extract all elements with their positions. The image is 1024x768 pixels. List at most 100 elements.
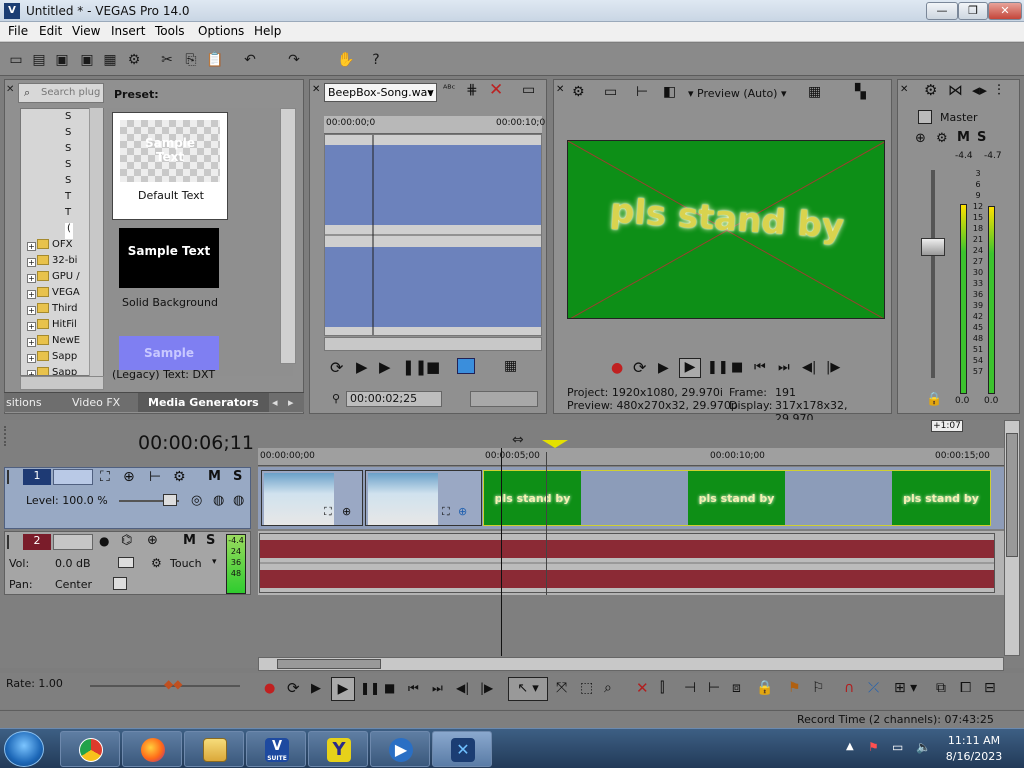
compositing-mode-icon[interactable]: ⊢ bbox=[149, 469, 161, 485]
lock-envelopes-icon[interactable]: ⧠ bbox=[960, 680, 971, 696]
mixer-icon[interactable]: ⫶ bbox=[997, 81, 1001, 99]
taskbar-vegas-suite[interactable]: V SUITE bbox=[246, 731, 306, 767]
rate-slider[interactable]: ◆◆ bbox=[164, 677, 188, 693]
preview-settings-gear-icon[interactable]: ⚙ bbox=[572, 84, 585, 100]
mute-button[interactable]: M bbox=[208, 469, 221, 484]
hscroll-thumb[interactable] bbox=[277, 659, 381, 669]
zoom-tool-icon[interactable]: ⌕ bbox=[604, 680, 612, 696]
menu-tools[interactable]: Tools bbox=[155, 24, 185, 38]
tree-item[interactable]: S bbox=[65, 175, 71, 191]
play-button[interactable]: ▶ bbox=[331, 677, 355, 701]
track-fx-icon[interactable]: ⊕ bbox=[123, 469, 135, 485]
stop-icon[interactable]: ■ bbox=[384, 681, 395, 695]
spellcheck-icon[interactable]: ᴬᴮᶜ bbox=[443, 84, 455, 95]
preset-third[interactable]: Sample bbox=[112, 336, 228, 370]
track-collapse-icon[interactable] bbox=[7, 535, 15, 549]
next-frame-icon[interactable]: |▶ bbox=[480, 681, 493, 695]
pause-icon[interactable]: ❚❚ bbox=[360, 681, 380, 695]
previous-frame-icon[interactable]: ◀| bbox=[802, 360, 816, 375]
go-to-end-icon[interactable]: ⏭ bbox=[778, 360, 790, 375]
show-hidden-icons[interactable]: ▲ bbox=[846, 741, 854, 752]
master-settings-icon[interactable]: ⚙ bbox=[936, 131, 948, 146]
crop-icon[interactable]: ⛶ bbox=[442, 505, 450, 519]
track-name-field[interactable] bbox=[53, 534, 93, 550]
trimmer-scrollbar[interactable] bbox=[324, 337, 542, 351]
tree-folder[interactable]: + Sapp bbox=[25, 351, 77, 367]
timeline-ruler[interactable]: 00:00:00;00 00:00:05;00 00:00:10;00 00:0… bbox=[258, 448, 1004, 466]
previous-frame-icon[interactable]: ◀| bbox=[456, 681, 469, 695]
taskbar-file-explorer[interactable] bbox=[184, 731, 244, 767]
play-icon[interactable]: ▶ bbox=[379, 358, 391, 376]
render-icon[interactable]: ▦ bbox=[100, 50, 120, 70]
menu-edit[interactable]: Edit bbox=[39, 24, 62, 38]
taskbar-chrome[interactable] bbox=[60, 731, 120, 767]
tree-item[interactable]: S bbox=[65, 127, 71, 143]
network-icon[interactable]: ▭ bbox=[892, 740, 903, 754]
stop-icon[interactable]: ■ bbox=[426, 358, 440, 376]
play-from-start-icon[interactable]: ▶ bbox=[658, 360, 669, 376]
expand-icon[interactable]: + bbox=[27, 258, 36, 267]
pause-icon[interactable]: ❚❚ bbox=[707, 360, 729, 375]
help-icon[interactable]: ? bbox=[366, 50, 386, 70]
invert-phase-icon[interactable]: ⌬ bbox=[121, 533, 132, 548]
trim-start-icon[interactable]: ⊣ bbox=[684, 680, 696, 696]
tree-folder[interactable]: + GPU / bbox=[25, 271, 80, 287]
tree-folder[interactable]: +32-bi bbox=[25, 255, 77, 271]
cut-icon[interactable]: ✂ bbox=[157, 50, 177, 70]
tree-item[interactable]: S bbox=[65, 111, 71, 127]
master-checkbox[interactable] bbox=[918, 110, 932, 124]
event-fx-icon[interactable]: ⊕ bbox=[342, 505, 351, 518]
close-panel-icon[interactable]: ✕ bbox=[900, 84, 908, 95]
tab-transitions[interactable]: sitions bbox=[6, 396, 42, 409]
save-as-icon[interactable]: ▣ bbox=[77, 50, 97, 70]
track-name-field[interactable] bbox=[53, 469, 93, 485]
menu-help[interactable]: Help bbox=[254, 24, 281, 38]
marker-icon[interactable]: ⚑ bbox=[788, 680, 801, 696]
menu-options[interactable]: Options bbox=[198, 24, 244, 38]
arm-record-icon[interactable]: ● bbox=[99, 534, 109, 548]
expand-icon[interactable]: + bbox=[27, 322, 36, 331]
menu-file[interactable]: File bbox=[8, 24, 28, 38]
tree-folder[interactable]: + NewE bbox=[25, 335, 80, 351]
new-project-icon[interactable]: ▭ bbox=[6, 50, 26, 70]
lock-icon[interactable]: 🔒 bbox=[926, 392, 942, 407]
stop-icon[interactable]: ■ bbox=[731, 360, 743, 375]
automation-mode[interactable]: Touch bbox=[170, 557, 202, 570]
maximize-button[interactable]: ❐ bbox=[958, 2, 988, 20]
mute-button[interactable]: M bbox=[957, 130, 970, 145]
taskbar-y-app[interactable]: Y bbox=[308, 731, 368, 767]
copy-snapshot-icon[interactable]: ▚ bbox=[855, 84, 866, 100]
automation-gear-icon[interactable]: ⚙ bbox=[151, 556, 162, 570]
trim-icon[interactable]: ⫿ bbox=[660, 680, 664, 696]
video-track-header[interactable]: 1 ⛶ ⊕ ⊢ ⚙ M S Level: 100.0 % ◎ ◍ ◍ bbox=[4, 467, 251, 529]
whats-this-icon[interactable]: ✋ bbox=[336, 50, 356, 70]
lock-icon[interactable]: 🔒 bbox=[756, 680, 773, 696]
tree-item[interactable]: S bbox=[65, 159, 71, 175]
tree-item[interactable]: T bbox=[65, 191, 71, 207]
redo-icon[interactable]: ↷ bbox=[284, 50, 304, 70]
pan-slider[interactable] bbox=[113, 577, 127, 590]
event-fx-icon[interactable]: ⊕ bbox=[458, 505, 467, 518]
close-panel-icon[interactable]: ✕ bbox=[312, 84, 320, 95]
open-icon[interactable]: ▤ bbox=[29, 50, 49, 70]
drag-handle[interactable] bbox=[4, 426, 13, 446]
pause-icon[interactable]: ❚❚ bbox=[402, 358, 427, 376]
solo-button[interactable]: S bbox=[206, 533, 215, 548]
external-monitor-icon[interactable]: ▭ bbox=[604, 84, 617, 100]
region-icon[interactable]: ⚐ bbox=[812, 680, 825, 696]
audio-track-header[interactable]: 2 ● ⌬ ⊕ M S Vol: 0.0 dB ⚙ Touch ▾ Pan: C… bbox=[4, 531, 251, 595]
video-event-text[interactable]: pls stand by pls stand by pls stand by bbox=[483, 470, 991, 526]
track-collapse-icon[interactable] bbox=[7, 470, 15, 484]
search-plugins-input[interactable]: Search plug bbox=[18, 83, 104, 103]
ignore-grouping-icon[interactable]: ⊟ bbox=[984, 680, 996, 696]
grid-icon[interactable]: ▦ bbox=[808, 84, 821, 100]
loop-icon[interactable]: ⟳ bbox=[633, 358, 646, 377]
go-to-start-icon[interactable]: ⏮ bbox=[408, 681, 419, 696]
taskbar-media-player[interactable]: ▶ bbox=[370, 731, 430, 767]
add-overlay-icon[interactable]: ▦ bbox=[504, 358, 517, 374]
track-fx-icon[interactable]: ⊕ bbox=[147, 533, 158, 548]
properties-gear-icon[interactable]: ⚙ bbox=[124, 50, 144, 70]
tree-folder[interactable]: + HitFil bbox=[25, 319, 77, 335]
tree-folder[interactable]: + VEGA bbox=[25, 287, 80, 303]
tab-scroll-left-icon[interactable]: ◂ bbox=[272, 396, 278, 409]
